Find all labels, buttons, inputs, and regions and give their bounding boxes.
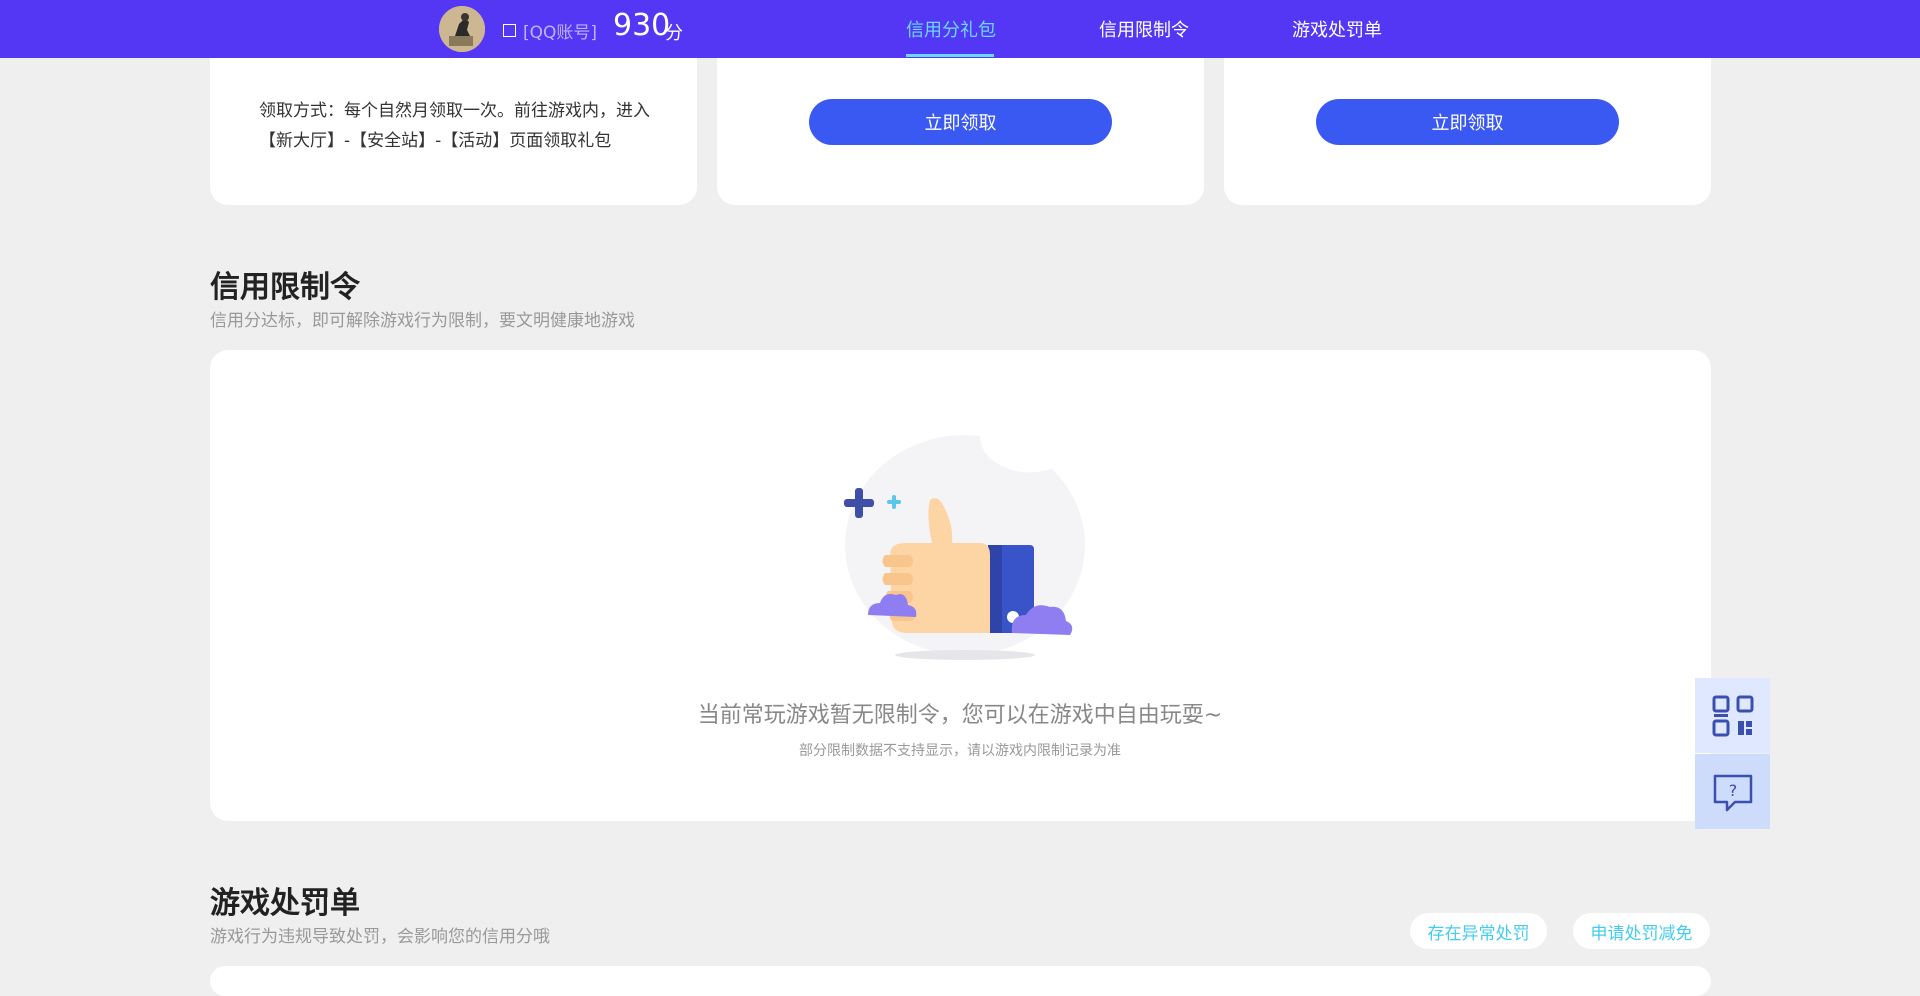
top-nav-bar: [QQ账号] 930 分 信用分礼包 信用限制令 游戏处罚单 xyxy=(0,0,1920,58)
svg-text:?: ? xyxy=(1728,781,1737,800)
credit-score-unit: 分 xyxy=(665,23,683,44)
penalty-reduction-button[interactable]: 申请处罚减免 xyxy=(1573,913,1710,949)
penalty-list-card xyxy=(210,966,1711,996)
account-type-label: [QQ账号] xyxy=(523,23,598,43)
active-tab-indicator xyxy=(906,54,994,57)
tab-credit-restriction[interactable]: 信用限制令 xyxy=(1099,16,1189,58)
claim-button-1[interactable]: 立即领取 xyxy=(809,99,1112,145)
penalty-section-title: 游戏处罚单 xyxy=(210,886,360,921)
restriction-section-subtitle: 信用分达标，即可解除游戏行为限制，要文明健康地游戏 xyxy=(210,311,635,331)
help-button[interactable]: ? xyxy=(1695,754,1770,829)
thumbs-up-illustration-icon xyxy=(844,433,1085,660)
qr-code-button[interactable] xyxy=(1695,678,1770,753)
restriction-section-title: 信用限制令 xyxy=(210,270,360,305)
penalty-section-subtitle: 游戏行为违规导致处罚，会影响您的信用分哦 xyxy=(210,927,550,947)
empty-state-subtitle: 部分限制数据不支持显示，请以游戏内限制记录为准 xyxy=(799,743,1121,759)
help-chat-icon: ? xyxy=(1713,774,1752,811)
avatar[interactable] xyxy=(439,6,485,52)
avatar-image-icon xyxy=(439,6,485,52)
gift-claim-method: 领取方式：每个自然月领取一次。前往游戏内，进入【新大厅】-【安全站】-【活动】页… xyxy=(259,101,650,151)
tab-credit-gift[interactable]: 信用分礼包 xyxy=(906,16,996,58)
credit-score: 930 xyxy=(613,8,671,43)
abnormal-penalty-button[interactable]: 存在异常处罚 xyxy=(1410,913,1547,949)
tab-game-penalty[interactable]: 游戏处罚单 xyxy=(1292,16,1382,58)
claim-button-2[interactable]: 立即领取 xyxy=(1316,99,1619,145)
account-checkbox[interactable] xyxy=(503,24,516,37)
empty-state-title: 当前常玩游戏暂无限制令，您可以在游戏中自由玩耍~ xyxy=(697,703,1223,728)
qr-code-icon xyxy=(1712,695,1753,736)
